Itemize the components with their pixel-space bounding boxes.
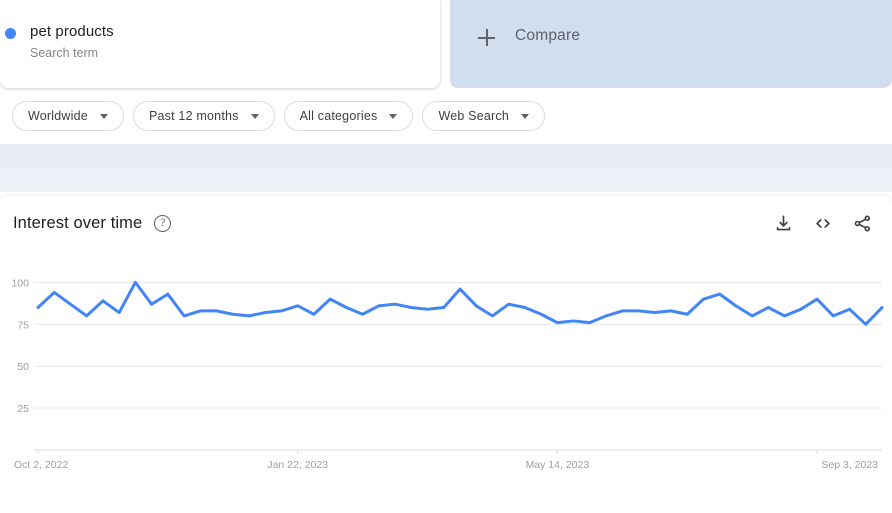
y-axis-tick-label: 100 bbox=[11, 277, 29, 289]
embed-code-icon[interactable] bbox=[813, 214, 833, 233]
x-axis-tick-label: May 14, 2023 bbox=[526, 459, 590, 471]
y-axis-tick-label: 25 bbox=[17, 403, 29, 415]
y-axis-tick-label: 50 bbox=[17, 361, 29, 373]
chart-plot-area[interactable]: 25 50 75 100 Oct 2, 2022 Jan 22, 2023 May 14, … bbox=[0, 260, 892, 490]
legend-dot-icon bbox=[5, 28, 16, 39]
x-axis-tick-label: Sep 3, 2023 bbox=[821, 459, 878, 471]
interest-over-time-card: Interest over time ? 25 50 75 100 Oct 2,… bbox=[0, 196, 892, 513]
filter-time-range[interactable]: Past 12 months bbox=[132, 101, 275, 131]
plus-icon bbox=[478, 29, 495, 46]
panel-divider bbox=[440, 0, 450, 88]
chevron-down-icon bbox=[389, 113, 398, 119]
background-band-upper bbox=[0, 144, 892, 168]
filter-time-range-label: Past 12 months bbox=[148, 109, 239, 123]
chevron-down-icon bbox=[250, 113, 259, 119]
trend-line-series bbox=[36, 280, 884, 326]
chart-actions bbox=[774, 214, 872, 233]
filter-bar: Worldwide Past 12 months All categories … bbox=[0, 88, 892, 144]
x-axis-tick-label: Oct 2, 2022 bbox=[14, 459, 68, 471]
help-circle-icon[interactable]: ? bbox=[154, 214, 172, 232]
compare-card[interactable]: Compare bbox=[450, 0, 892, 88]
search-term-title: pet products bbox=[30, 23, 114, 40]
y-axis-tick-label: 75 bbox=[17, 319, 29, 331]
search-term-bar: pet products Search term Compare bbox=[0, 0, 892, 88]
chart-title: Interest over time bbox=[13, 213, 143, 232]
search-term-card[interactable]: pet products Search term bbox=[0, 0, 440, 88]
trend-line-chart[interactable]: 25 50 75 100 Oct 2, 2022 Jan 22, 2023 May 14, … bbox=[0, 260, 892, 490]
filter-search-type[interactable]: Web Search bbox=[422, 101, 545, 131]
filter-search-type-label: Web Search bbox=[438, 109, 509, 123]
x-axis-tick-label: Jan 22, 2023 bbox=[267, 459, 328, 471]
search-term-text: pet products Search term bbox=[30, 22, 114, 62]
compare-label: Compare bbox=[515, 27, 581, 44]
share-icon[interactable] bbox=[853, 214, 872, 233]
chart-header: Interest over time ? bbox=[0, 196, 892, 236]
filter-category[interactable]: All categories bbox=[283, 101, 414, 131]
background-band-lower bbox=[0, 168, 892, 192]
search-term-subtitle: Search term bbox=[30, 46, 99, 60]
chevron-down-icon bbox=[521, 113, 529, 119]
chevron-down-icon bbox=[99, 113, 108, 119]
filter-category-label: All categories bbox=[299, 109, 378, 123]
filter-location[interactable]: Worldwide bbox=[12, 101, 124, 131]
filter-location-label: Worldwide bbox=[28, 109, 88, 123]
download-icon[interactable] bbox=[774, 214, 793, 233]
